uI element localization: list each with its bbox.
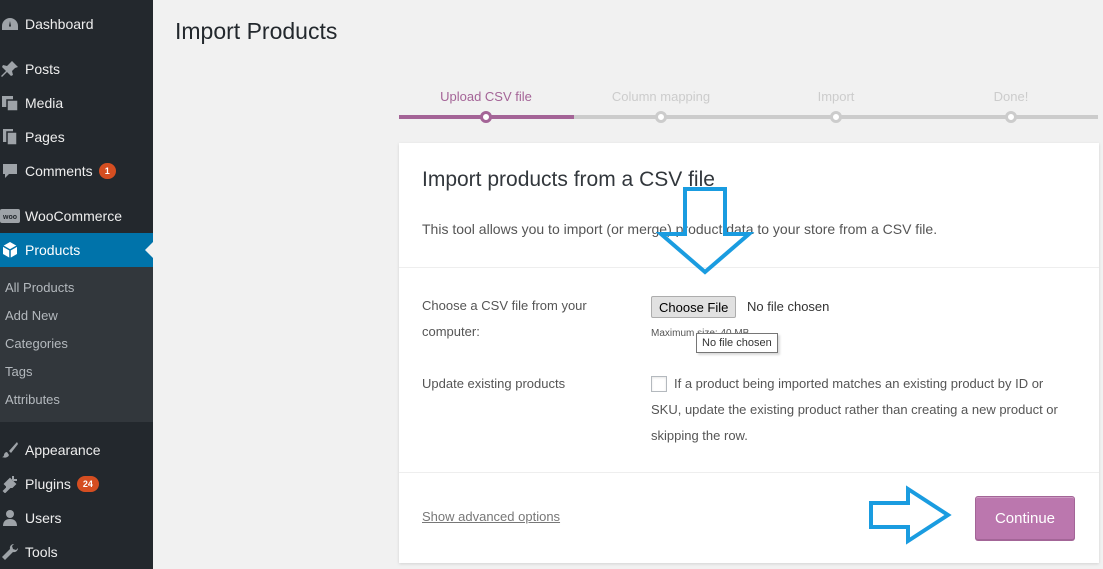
file-field-label: Choose a CSV file from your computer: [422, 298, 587, 339]
pages-icon [0, 127, 24, 147]
menu-label: WooCommerce [25, 208, 122, 224]
menu-item-woocommerce[interactable]: woo WooCommerce [0, 199, 153, 233]
box-icon [0, 240, 24, 260]
show-advanced-options-link[interactable]: Show advanced options [422, 509, 560, 524]
card-description: This tool allows you to import (or merge… [422, 221, 938, 237]
menu-item-products[interactable]: Products [0, 233, 153, 267]
menu-label: Pages [25, 129, 65, 145]
menu-item-posts[interactable]: Posts [0, 52, 153, 86]
step-done: Done! [993, 89, 1029, 104]
comments-count-badge: 1 [98, 163, 116, 179]
menu-item-users[interactable]: Users [0, 501, 153, 535]
step-dot-upload [480, 111, 492, 123]
svg-text:woo: woo [2, 214, 17, 221]
plugins-count-badge: 24 [76, 476, 99, 492]
brush-icon [0, 440, 24, 460]
menu-label: Posts [25, 61, 61, 77]
menu-label: Media [25, 95, 64, 111]
step-dot-import [830, 111, 842, 123]
continue-button[interactable]: Continue [975, 496, 1075, 540]
divider [399, 472, 1099, 473]
dashboard-icon [0, 14, 24, 34]
menu-label: Appearance [25, 442, 101, 458]
page-title: Import Products [175, 18, 338, 44]
step-upload-csv: Upload CSV file [440, 89, 532, 104]
file-tooltip: No file chosen [696, 333, 778, 353]
menu-item-appearance[interactable]: Appearance [0, 433, 153, 467]
menu-label: Users [25, 510, 62, 526]
admin-sidebar: Dashboard Posts Media Pages Comments 1 w… [0, 0, 153, 569]
menu-label: Products [25, 242, 81, 258]
submenu-tags[interactable]: Tags [5, 364, 32, 379]
pin-icon [0, 59, 24, 79]
step-import: Import [817, 89, 855, 104]
products-submenu: All Products Add New Categories Tags Att… [0, 267, 153, 422]
no-file-chosen-text: No file chosen [747, 299, 830, 314]
menu-item-comments[interactable]: Comments 1 [0, 154, 153, 188]
menu-label: Comments [25, 163, 93, 179]
step-column-mapping: Column mapping [611, 89, 711, 104]
update-existing-description: If a product being imported matches an e… [651, 376, 1058, 443]
menu-item-dashboard[interactable]: Dashboard [0, 7, 153, 41]
comment-icon [0, 161, 24, 181]
divider [399, 267, 1099, 268]
media-icon [0, 93, 24, 113]
step-dot-done [1005, 111, 1017, 123]
menu-item-tools[interactable]: Tools [0, 535, 153, 569]
menu-item-media[interactable]: Media [0, 86, 153, 120]
menu-label: Dashboard [25, 16, 94, 32]
menu-label: Plugins [25, 476, 71, 492]
woocommerce-icon: woo [0, 206, 24, 226]
submenu-add-new[interactable]: Add New [5, 308, 58, 323]
submenu-categories[interactable]: Categories [5, 336, 68, 351]
card-heading: Import products from a CSV file [422, 168, 715, 191]
import-steps: Upload CSV file Column mapping Import Do… [398, 88, 1098, 128]
submenu-attributes[interactable]: Attributes [5, 392, 60, 407]
wrench-icon [0, 542, 24, 562]
menu-label: Tools [25, 544, 58, 560]
update-existing-checkbox[interactable] [651, 376, 667, 392]
choose-file-button[interactable]: Choose File [651, 296, 737, 318]
user-icon [0, 508, 24, 528]
submenu-all-products[interactable]: All Products [5, 280, 74, 295]
step-dot-mapping [655, 111, 667, 123]
import-card: Import products from a CSV file This too… [399, 143, 1099, 563]
menu-item-pages[interactable]: Pages [0, 120, 153, 154]
update-existing-label: Update existing products [422, 376, 566, 391]
menu-item-plugins[interactable]: Plugins 24 [0, 467, 153, 501]
plug-icon [0, 474, 24, 494]
